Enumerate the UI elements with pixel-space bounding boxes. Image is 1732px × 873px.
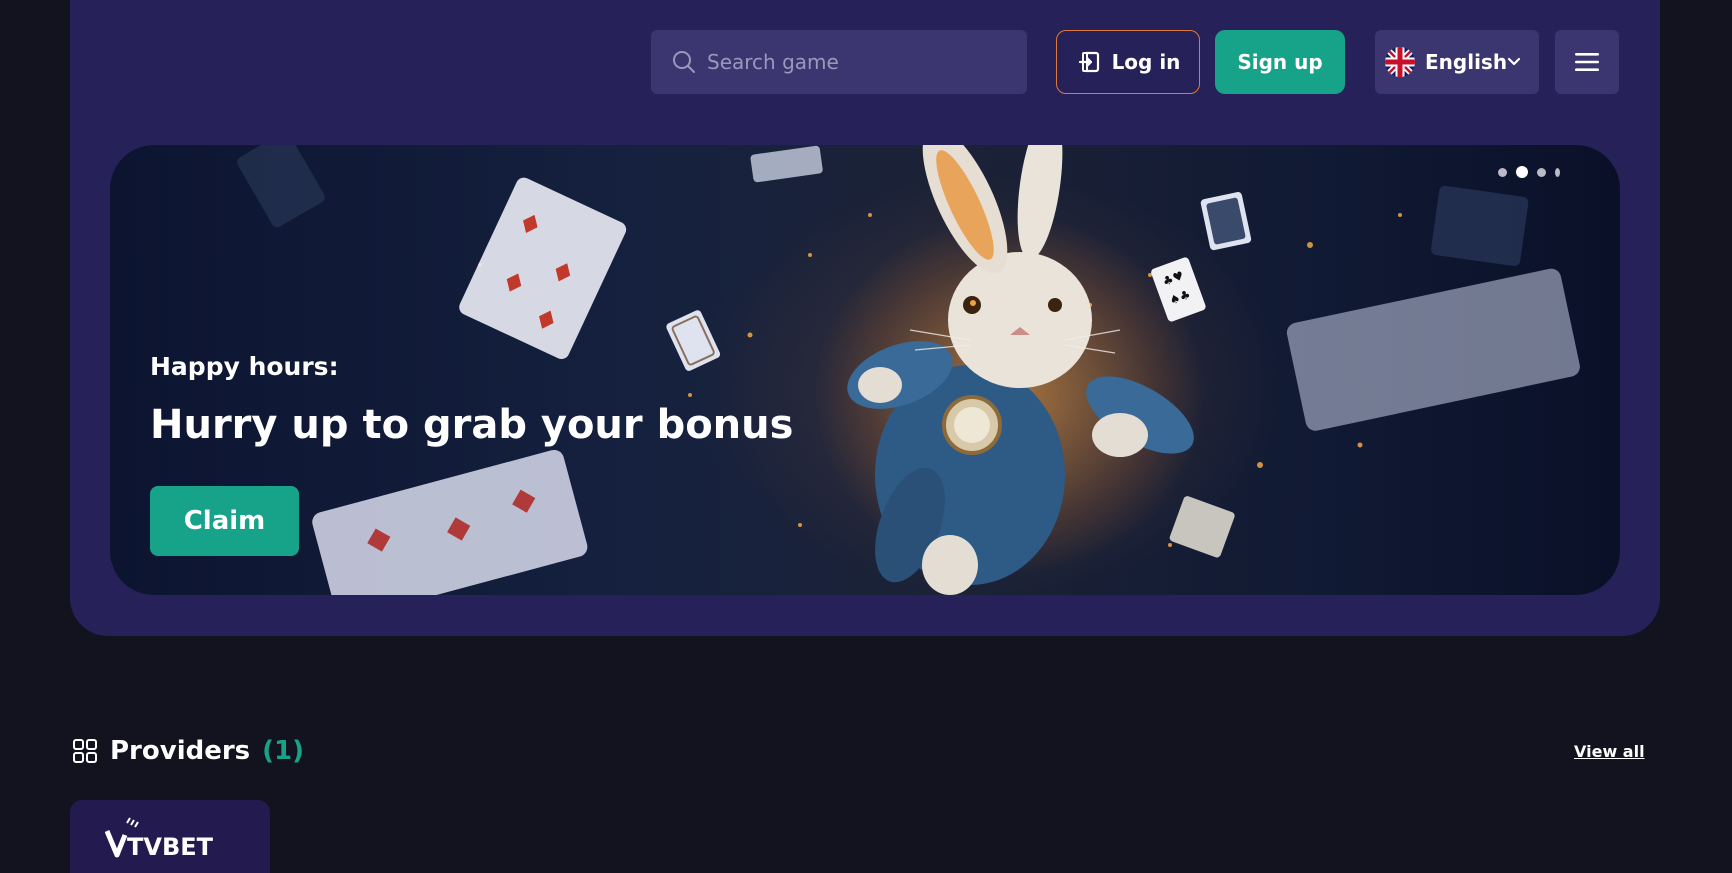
view-all-link[interactable]: View all	[1574, 742, 1645, 761]
slide-dot[interactable]	[1537, 167, 1546, 177]
signup-label: Sign up	[1237, 50, 1323, 74]
claim-button[interactable]: Claim	[150, 486, 299, 556]
claim-label: Claim	[183, 506, 266, 536]
grid-icon	[73, 739, 97, 763]
search-icon	[673, 51, 695, 73]
slide-dot[interactable]	[1498, 167, 1507, 177]
banner-kicker: Happy hours:	[150, 352, 339, 381]
page-scrollbar-track	[1720, 0, 1732, 873]
language-selector[interactable]: English	[1375, 30, 1539, 94]
provider-card-tvbet[interactable]: TVBET	[70, 800, 270, 873]
uk-flag-icon	[1385, 47, 1415, 77]
hamburger-icon	[1575, 53, 1599, 71]
language-label: English	[1425, 50, 1508, 74]
providers-title: Providers	[110, 736, 251, 766]
signup-button[interactable]: Sign up	[1215, 30, 1345, 94]
login-label: Log in	[1111, 50, 1181, 74]
login-icon	[1078, 51, 1099, 73]
slide-pagination	[1498, 166, 1560, 178]
providers-heading: Providers (1)	[72, 736, 304, 766]
banner-headline: Hurry up to grab your bonus	[150, 402, 794, 448]
provider-name: TVBET	[127, 833, 214, 859]
login-button[interactable]: Log in	[1056, 30, 1200, 94]
search-input[interactable]	[707, 30, 1017, 94]
slide-dot[interactable]	[1555, 167, 1560, 177]
search-box[interactable]	[651, 30, 1027, 94]
menu-button[interactable]	[1555, 30, 1619, 94]
tvbet-logo: TVBET	[105, 816, 214, 859]
providers-count: (1)	[262, 736, 305, 766]
slide-dot-active[interactable]	[1516, 166, 1528, 178]
chevron-down-icon	[1507, 57, 1521, 66]
